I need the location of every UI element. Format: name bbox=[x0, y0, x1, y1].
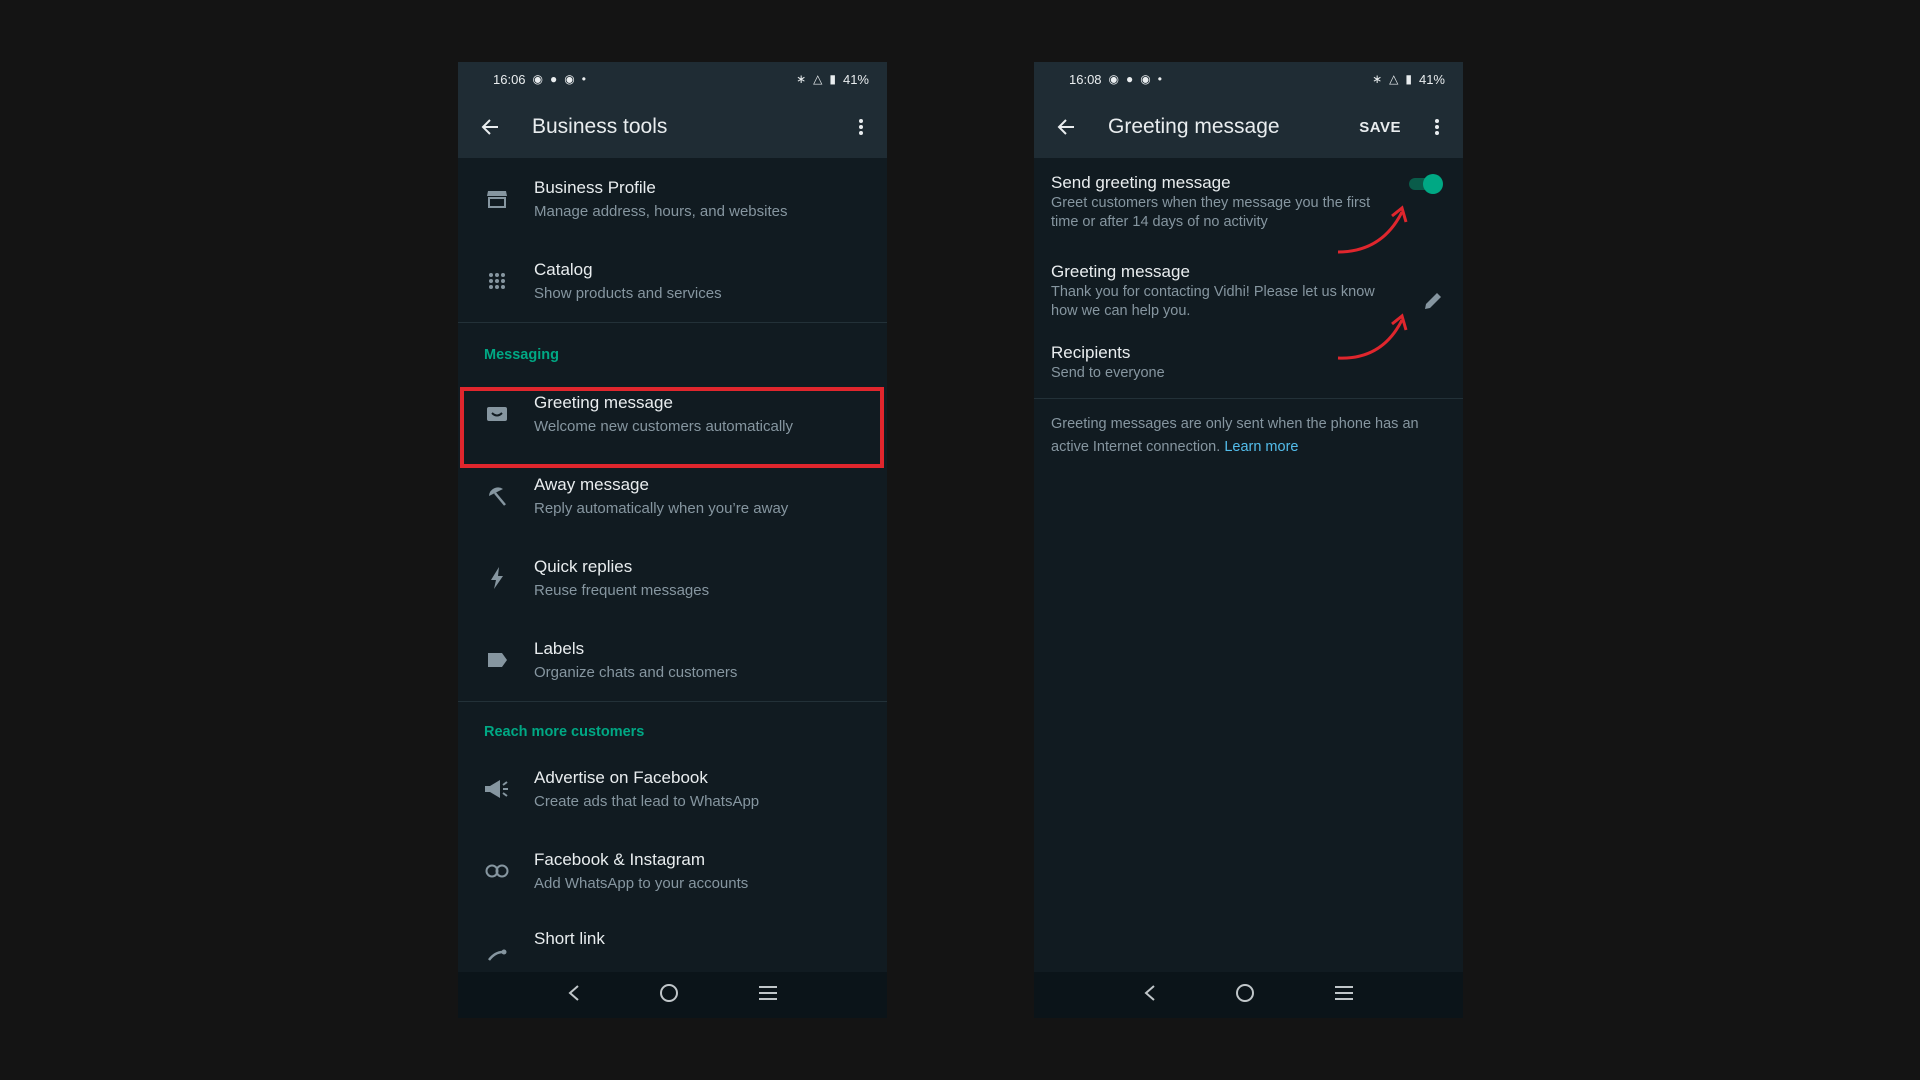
dot-icon: • bbox=[581, 72, 586, 86]
item-title: Quick replies bbox=[534, 556, 633, 576]
bolt-icon bbox=[482, 563, 512, 593]
wifi-icon: △ bbox=[1389, 72, 1399, 86]
back-arrow-icon[interactable] bbox=[478, 115, 502, 139]
item-title: Away message bbox=[534, 474, 649, 494]
section-reach-more: Reach more customers bbox=[484, 724, 645, 740]
nav-back-icon[interactable] bbox=[567, 984, 581, 1007]
battery-level: 41% bbox=[842, 71, 869, 87]
store-icon bbox=[482, 184, 512, 214]
send-greeting-toggle[interactable] bbox=[1407, 172, 1443, 194]
system-nav-bar bbox=[458, 972, 887, 1018]
item-title: Business Profile bbox=[534, 177, 656, 197]
annotation-arrow-toggle bbox=[1337, 205, 1408, 254]
nav-recents-icon[interactable] bbox=[758, 985, 778, 1006]
business-profile-item[interactable]: Business Profile Manage address, hours, … bbox=[458, 158, 887, 240]
item-title: Catalog bbox=[534, 259, 593, 279]
catalog-item[interactable]: Catalog Show products and services bbox=[458, 240, 887, 322]
more-options-icon[interactable] bbox=[851, 117, 871, 137]
battery-level: 41% bbox=[1418, 71, 1445, 87]
setting-title: Greeting message bbox=[1051, 262, 1190, 281]
annotation-arrow-pencil bbox=[1337, 313, 1408, 360]
nav-recents-icon[interactable] bbox=[1334, 985, 1354, 1006]
section-messaging: Messaging bbox=[484, 347, 559, 363]
highlight-box bbox=[460, 387, 884, 468]
notification-icon: ◉ bbox=[564, 72, 575, 86]
setting-title: Send greeting message bbox=[1051, 173, 1231, 192]
phone-business-tools: 16:06 ◉ ● ◉ • ∗ △ ▮ 41% Business tools B… bbox=[458, 62, 887, 1018]
item-subtitle: Reply automatically when you’re away bbox=[534, 499, 789, 517]
status-bar: 16:08 ◉ ● ◉ • ∗ △ ▮ 41% bbox=[1034, 62, 1463, 96]
label-icon bbox=[482, 645, 512, 675]
item-subtitle: Reuse frequent messages bbox=[534, 581, 710, 599]
link-icon bbox=[482, 856, 512, 886]
megaphone-icon bbox=[482, 774, 512, 804]
umbrella-icon bbox=[482, 481, 512, 511]
app-bar: Greeting message SAVE bbox=[1034, 96, 1463, 158]
signal-icon: ▮ bbox=[829, 72, 836, 86]
item-title: Facebook & Instagram bbox=[534, 849, 706, 869]
item-title: Short link bbox=[534, 929, 605, 948]
advertise-facebook-item[interactable]: Advertise on Facebook Create ads that le… bbox=[458, 748, 887, 830]
bluetooth-icon: ∗ bbox=[1372, 72, 1383, 86]
nav-back-icon[interactable] bbox=[1143, 984, 1157, 1007]
back-arrow-icon[interactable] bbox=[1054, 115, 1078, 139]
clock: 16:08 bbox=[1069, 71, 1102, 87]
quick-replies-item[interactable]: Quick replies Reuse frequent messages bbox=[458, 537, 887, 619]
bluetooth-icon: ∗ bbox=[796, 72, 807, 86]
snapchat-icon: ◉ bbox=[532, 72, 544, 86]
item-title: Advertise on Facebook bbox=[534, 767, 708, 787]
wifi-icon: △ bbox=[813, 72, 823, 86]
chat-icon: ● bbox=[1126, 72, 1134, 86]
clock: 16:06 bbox=[493, 71, 526, 87]
item-subtitle: Show products and services bbox=[534, 284, 722, 302]
item-subtitle: Add WhatsApp to your accounts bbox=[534, 874, 749, 892]
learn-more-link[interactable]: Learn more bbox=[1224, 439, 1298, 455]
page-title: Greeting message bbox=[1108, 115, 1280, 138]
status-bar: 16:06 ◉ ● ◉ • ∗ △ ▮ 41% bbox=[458, 62, 887, 96]
edit-pencil-icon[interactable] bbox=[1423, 291, 1443, 316]
connection-note: Greeting messages are only sent when the… bbox=[1034, 399, 1463, 459]
app-bar: Business tools bbox=[458, 96, 887, 158]
item-subtitle: Manage address, hours, and websites bbox=[534, 202, 788, 220]
page-title: Business tools bbox=[532, 115, 668, 138]
signal-icon: ▮ bbox=[1405, 72, 1412, 86]
item-title: Labels bbox=[534, 638, 585, 658]
facebook-instagram-item[interactable]: Facebook & Instagram Add WhatsApp to you… bbox=[458, 830, 887, 912]
snapchat-icon: ◉ bbox=[1108, 72, 1120, 86]
item-subtitle: Create ads that lead to WhatsApp bbox=[534, 792, 760, 810]
item-subtitle: Organize chats and customers bbox=[534, 663, 738, 681]
chat-icon: ● bbox=[550, 72, 558, 86]
nav-home-icon[interactable] bbox=[659, 983, 679, 1008]
dot-icon: • bbox=[1157, 72, 1162, 86]
system-nav-bar bbox=[1034, 972, 1463, 1018]
share-icon bbox=[482, 940, 512, 970]
more-options-icon[interactable] bbox=[1427, 117, 1447, 137]
save-button[interactable]: SAVE bbox=[1359, 119, 1401, 136]
toggle-knob bbox=[1423, 174, 1443, 194]
labels-item[interactable]: Labels Organize chats and customers bbox=[458, 619, 887, 701]
notification-icon: ◉ bbox=[1140, 72, 1151, 86]
nav-home-icon[interactable] bbox=[1235, 983, 1255, 1008]
phone-greeting-message: 16:08 ◉ ● ◉ • ∗ △ ▮ 41% Greeting message… bbox=[1034, 62, 1463, 1018]
grid-icon bbox=[482, 266, 512, 296]
